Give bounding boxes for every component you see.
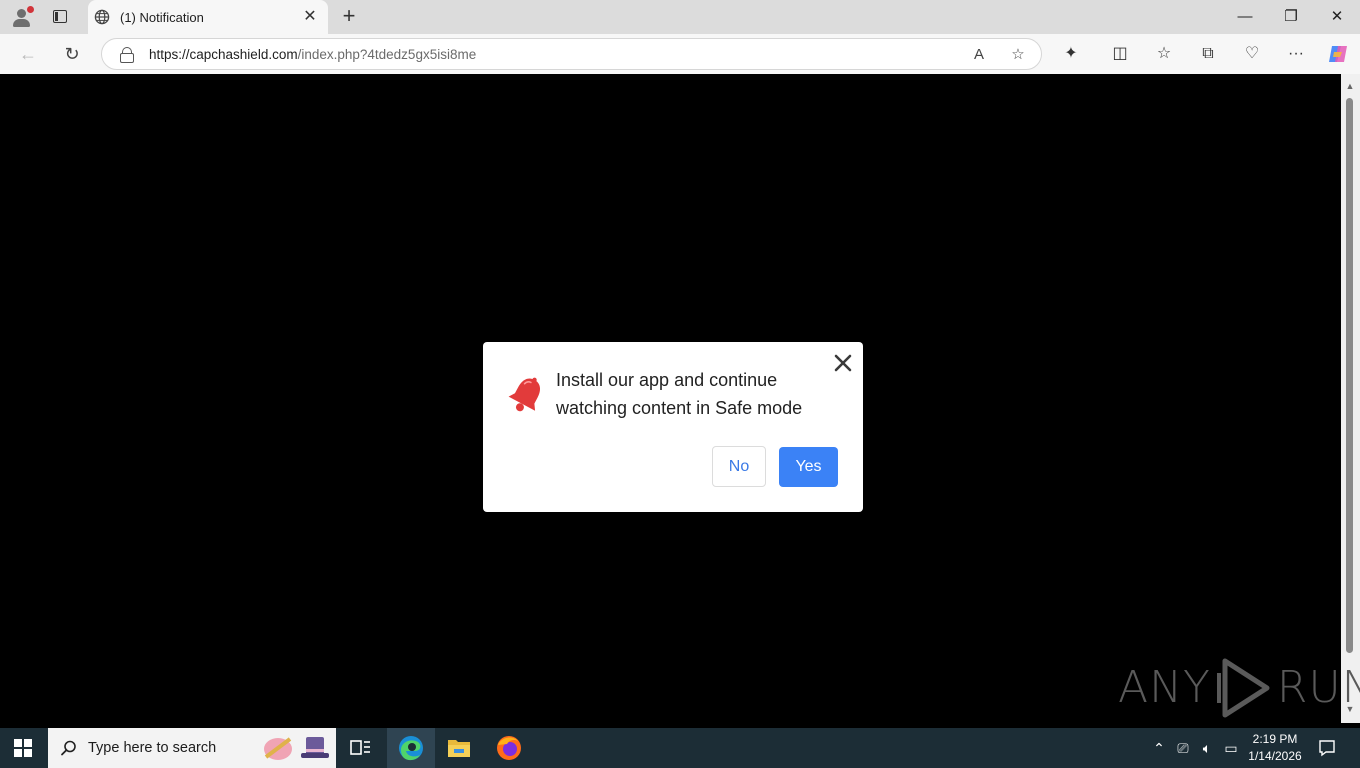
tab-notification[interactable]: (1) Notification ✕	[88, 0, 328, 34]
restore-button[interactable]: ❐	[1279, 6, 1303, 28]
anyrun-watermark: ANY RUN	[1118, 657, 1360, 719]
collections-icon[interactable]: ⧉	[1196, 42, 1220, 66]
url-text[interactable]: https://capchashield.com/index.php?4tded…	[149, 47, 476, 62]
meet-now-icon[interactable]: ⎚	[1173, 738, 1193, 758]
read-aloud-icon[interactable]: A	[968, 44, 990, 66]
minimize-button[interactable]: —	[1233, 6, 1257, 28]
search-placeholder: Type here to search	[88, 740, 217, 756]
install-app-dialog: Install our app and continue watching co…	[483, 342, 863, 512]
notifications-icon[interactable]	[1317, 738, 1337, 758]
lock-icon[interactable]	[120, 47, 134, 63]
play-logo-icon	[1216, 658, 1270, 718]
back-button[interactable]: ←	[16, 42, 40, 66]
watermark-right: RUN	[1276, 662, 1360, 713]
window-close-button[interactable]: ✕	[1325, 6, 1349, 28]
no-button[interactable]: No	[712, 446, 766, 487]
scrollbar-thumb[interactable]	[1346, 98, 1353, 653]
more-menu-icon[interactable]: ···	[1284, 42, 1308, 66]
taskbar-search-box[interactable]: Type here to search	[48, 728, 336, 768]
firefox-icon[interactable]	[485, 728, 533, 768]
windows-start-icon[interactable]	[14, 739, 32, 757]
tab-actions-icon[interactable]	[50, 7, 70, 27]
bell-icon	[508, 377, 540, 412]
scroll-up-icon[interactable]: ▲	[1344, 81, 1356, 91]
extensions-icon[interactable]: ✦	[1059, 42, 1083, 66]
edge-browser-icon[interactable]	[387, 728, 435, 768]
file-explorer-icon[interactable]	[435, 728, 483, 768]
watermark-left: ANY	[1118, 662, 1211, 713]
favorites-icon[interactable]: ☆	[1152, 42, 1176, 66]
task-view-icon[interactable]	[336, 728, 384, 768]
copilot-icon[interactable]	[1326, 42, 1350, 66]
reload-button[interactable]: ↻	[60, 42, 84, 66]
network-icon[interactable]: ▭	[1221, 738, 1241, 758]
tab-title: (1) Notification	[120, 10, 204, 25]
tab-strip: (1) Notification ✕ + — ❐ ✕	[0, 0, 1360, 34]
search-highlight-icon[interactable]	[260, 731, 334, 765]
yes-button[interactable]: Yes	[779, 447, 838, 487]
globe-icon	[94, 9, 110, 25]
volume-icon[interactable]: 🔈︎	[1197, 738, 1217, 758]
tab-close-icon[interactable]: ✕	[301, 8, 319, 26]
performance-icon[interactable]: ♡	[1240, 42, 1264, 66]
clock-date: 1/14/2026	[1248, 749, 1302, 763]
navigation-bar: ← ↻ https://capchashield.com/index.php?4…	[0, 34, 1360, 74]
taskbar-clock[interactable]: 2:19 PM 1/14/2026	[1244, 731, 1306, 765]
new-tab-button[interactable]: +	[338, 5, 360, 27]
page-scrollbar[interactable]: ▲ ▼	[1341, 74, 1360, 723]
search-icon	[61, 740, 76, 756]
clock-time: 2:19 PM	[1252, 732, 1298, 746]
split-screen-icon[interactable]: ◫	[1108, 42, 1132, 66]
profile-icon[interactable]	[10, 6, 34, 28]
tray-chevron-icon[interactable]: ⌃	[1149, 738, 1169, 758]
taskbar: Type here to search ⌃ ⎚ 🔈︎ ▭ 2:19 PM 1/1…	[0, 728, 1360, 768]
favorite-star-icon[interactable]: ☆	[1007, 44, 1029, 66]
dialog-message: Install our app and continue watching co…	[556, 370, 803, 418]
address-bar[interactable]: https://capchashield.com/index.php?4tded…	[101, 38, 1042, 70]
